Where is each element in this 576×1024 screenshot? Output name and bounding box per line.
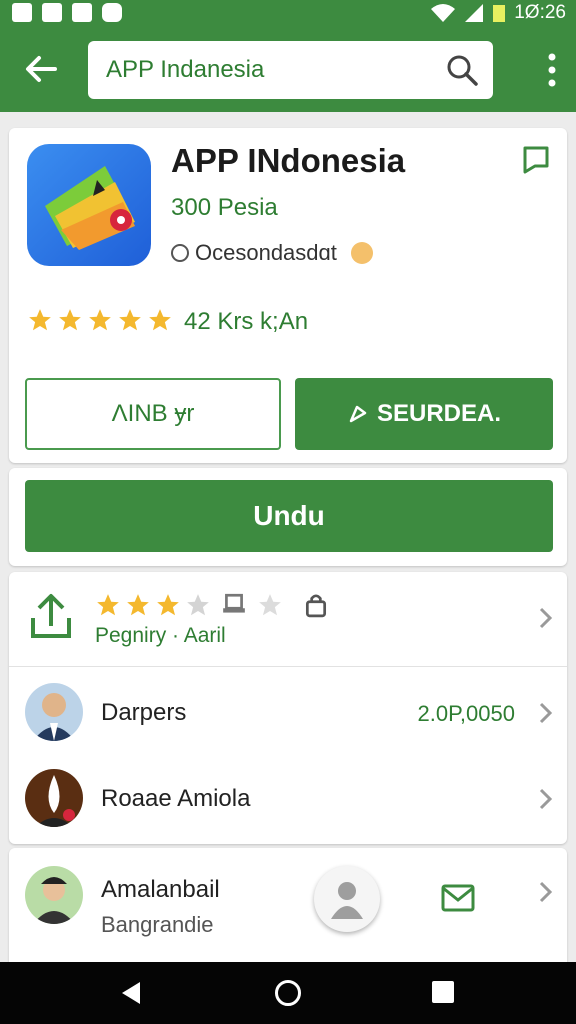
avatar	[25, 866, 83, 924]
list-item-value: 2.0P,0050	[417, 701, 515, 726]
star-filled-icon	[29, 309, 51, 331]
review-subtitle: Pegniry · Aaril	[95, 624, 226, 647]
secondary-action-button[interactable]: ΛINB ɏr	[25, 378, 281, 450]
gallery-notification-icon	[42, 3, 62, 22]
app-price: 300 Pesia	[171, 194, 278, 221]
image-notification-icon	[12, 3, 32, 22]
download-card: Undu	[9, 468, 567, 566]
app-icon	[27, 144, 151, 266]
share-icon	[349, 405, 367, 423]
star-empty-icon	[187, 594, 209, 616]
review-row[interactable]: Pegniry · Aaril	[9, 572, 567, 667]
app-title: APP INdonesia	[171, 142, 406, 179]
nav-recents-icon[interactable]	[432, 981, 454, 1003]
list-item[interactable]: Roaae Amiola	[9, 757, 567, 844]
star-filled-icon	[89, 309, 111, 331]
nav-home-icon[interactable]	[275, 980, 301, 1006]
chevron-right-icon	[539, 702, 553, 724]
star-filled-icon	[127, 594, 149, 616]
back-arrow-icon	[26, 56, 57, 82]
rating-stars	[27, 307, 173, 333]
mail-icon[interactable]	[440, 880, 476, 916]
wifi-icon	[431, 4, 456, 22]
developer-icon	[171, 244, 189, 262]
star-filled-icon	[59, 309, 81, 331]
contact-list-card: Amalanbail Bangrandie	[9, 848, 567, 968]
chevron-right-icon	[539, 607, 553, 629]
person-icon	[331, 882, 363, 919]
avatar	[25, 769, 83, 827]
star-filled-icon	[97, 594, 119, 616]
star-filled-icon	[119, 309, 141, 331]
status-bar: 1Ø:26	[0, 0, 576, 26]
lock-icon	[305, 594, 327, 618]
search-field[interactable]: APP Indanesia	[88, 41, 493, 99]
avatar	[25, 683, 83, 741]
search-icon[interactable]	[445, 53, 479, 87]
developer-name: Ocesondasdɑt	[195, 240, 337, 265]
primary-action-button[interactable]: SEURDEA.	[295, 378, 553, 450]
search-query[interactable]: APP Indanesia	[106, 56, 264, 84]
primary-action-label: SEURDEA.	[376, 400, 502, 427]
app-notification-icon	[102, 3, 122, 22]
photo-notification-icon	[72, 3, 92, 22]
app-bar: APP Indanesia	[0, 26, 576, 112]
star-filled-icon	[149, 309, 171, 331]
print-icon	[223, 593, 245, 613]
list-item-name: Darpers	[101, 699, 187, 726]
star-filled-icon	[157, 594, 179, 616]
info-list-card: Pegniry · Aaril Darpers 2.0P,0050 Roaae …	[9, 572, 567, 844]
list-item[interactable]: Amalanbail Bangrandie	[9, 848, 567, 968]
app-details-card: APP INdonesia 300 Pesia Ocesondasdɑt 42 …	[9, 128, 567, 463]
review-stars	[95, 592, 329, 618]
download-button[interactable]: Undu	[25, 480, 553, 552]
signal-icon	[465, 4, 484, 22]
more-vert-icon[interactable]	[546, 52, 558, 88]
navigation-bar	[0, 962, 576, 1024]
badge-icon	[350, 242, 373, 264]
list-item[interactable]: Darpers 2.0P,0050	[9, 667, 567, 757]
list-item-subtitle: Bangrandie	[101, 912, 214, 937]
list-item-name: Amalanbail	[101, 876, 220, 903]
share-up-icon	[31, 594, 71, 638]
rating-count: 42 Krs k;An	[184, 308, 309, 335]
battery-icon	[493, 5, 506, 22]
chevron-right-icon	[539, 881, 553, 903]
chevron-right-icon	[539, 788, 553, 810]
clock: 1Ø:26	[514, 2, 566, 23]
nav-back-icon[interactable]	[118, 980, 144, 1006]
bookmark-icon[interactable]	[521, 144, 553, 176]
list-item-name: Roaae Amiola	[101, 785, 251, 812]
app-developer: Ocesondasdɑt	[171, 240, 373, 266]
star-empty-icon	[259, 594, 281, 616]
profile-fab-button[interactable]	[314, 866, 380, 932]
back-button[interactable]	[20, 48, 62, 90]
